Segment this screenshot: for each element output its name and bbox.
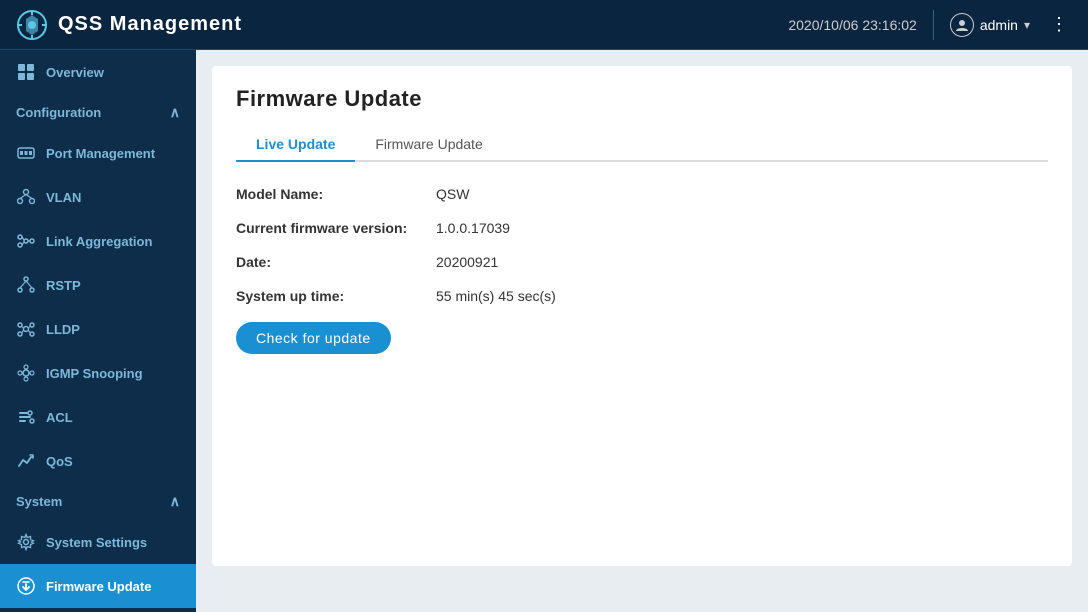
username-label: admin	[980, 17, 1018, 33]
sidebar-section-configuration: Configuration ∧	[0, 94, 196, 131]
vlan-label: VLAN	[46, 190, 81, 205]
header-divider	[933, 10, 934, 40]
tab-live-update-label: Live Update	[256, 136, 335, 152]
qos-label: QoS	[46, 454, 73, 469]
system-uptime-value: 55 min(s) 45 sec(s)	[436, 288, 556, 304]
overview-label: Overview	[46, 65, 104, 80]
sidebar-item-link-aggregation[interactable]: Link Aggregation	[0, 219, 196, 263]
tabs-container: Live Update Firmware Update	[236, 128, 1048, 162]
model-name-label: Model Name:	[236, 186, 436, 202]
link-aggregation-label: Link Aggregation	[46, 234, 152, 249]
header: QSS Management 2020/10/06 23:16:02 admin…	[0, 0, 1088, 50]
user-menu[interactable]: admin ▾	[950, 13, 1030, 37]
sidebar-collapse-button[interactable]: «	[0, 608, 196, 612]
link-aggregation-icon	[16, 231, 36, 251]
port-management-icon	[16, 143, 36, 163]
acl-label: ACL	[46, 410, 73, 425]
date-label: Date:	[236, 254, 436, 270]
page-title: Firmware Update	[236, 86, 1048, 112]
sidebar-item-igmp-snooping[interactable]: IGMP Snooping	[0, 351, 196, 395]
sidebar-item-qos[interactable]: QoS	[0, 439, 196, 483]
sidebar-item-firmware-update[interactable]: Firmware Update	[0, 564, 196, 608]
main-layout: Overview Configuration ∧ Port Management…	[0, 50, 1088, 612]
tab-firmware-update[interactable]: Firmware Update	[355, 128, 502, 162]
igmp-snooping-label: IGMP Snooping	[46, 366, 143, 381]
igmp-snooping-icon	[16, 363, 36, 383]
configuration-label: Configuration	[16, 105, 101, 120]
tab-firmware-update-label: Firmware Update	[375, 136, 482, 152]
acl-icon	[16, 407, 36, 427]
app-title: QSS Management	[58, 13, 242, 36]
rstp-label: RSTP	[46, 278, 81, 293]
sidebar-section-system: System ∧	[0, 483, 196, 520]
sidebar-item-vlan[interactable]: VLAN	[0, 175, 196, 219]
tab-live-update[interactable]: Live Update	[236, 128, 355, 162]
system-chevron-icon: ∧	[170, 493, 180, 510]
user-avatar-icon	[950, 13, 974, 37]
date-value: 20200921	[436, 254, 498, 270]
user-chevron-icon: ▾	[1024, 18, 1030, 32]
sidebar-item-lldp[interactable]: LLDP	[0, 307, 196, 351]
model-name-row: Model Name: QSW	[236, 186, 1048, 202]
logo-icon	[16, 9, 48, 41]
check-for-update-button[interactable]: Check for update	[236, 322, 391, 354]
sidebar-item-rstp[interactable]: RSTP	[0, 263, 196, 307]
sidebar-item-port-management[interactable]: Port Management	[0, 131, 196, 175]
sidebar: Overview Configuration ∧ Port Management…	[0, 50, 196, 612]
model-name-value: QSW	[436, 186, 469, 202]
sidebar-item-overview[interactable]: Overview	[0, 50, 196, 94]
more-menu-icon[interactable]: ⋮	[1046, 10, 1072, 39]
header-logo: QSS Management	[16, 9, 788, 41]
lldp-label: LLDP	[46, 322, 80, 337]
system-settings-label: System Settings	[46, 535, 147, 550]
firmware-version-label: Current firmware version:	[236, 220, 436, 236]
system-uptime-label: System up time:	[236, 288, 436, 304]
sidebar-item-system-settings[interactable]: System Settings	[0, 520, 196, 564]
datetime-display: 2020/10/06 23:16:02	[788, 17, 916, 33]
rstp-icon	[16, 275, 36, 295]
date-row: Date: 20200921	[236, 254, 1048, 270]
overview-icon	[16, 62, 36, 82]
lldp-icon	[16, 319, 36, 339]
system-label: System	[16, 494, 62, 509]
firmware-version-row: Current firmware version: 1.0.0.17039	[236, 220, 1048, 236]
system-uptime-row: System up time: 55 min(s) 45 sec(s)	[236, 288, 1048, 304]
content-area: Firmware Update Live Update Firmware Upd…	[196, 50, 1088, 612]
port-management-label: Port Management	[46, 146, 155, 161]
qos-icon	[16, 451, 36, 471]
system-settings-icon	[16, 532, 36, 552]
firmware-update-sidebar-icon	[16, 576, 36, 596]
content-panel: Firmware Update Live Update Firmware Upd…	[212, 66, 1072, 566]
sidebar-item-acl[interactable]: ACL	[0, 395, 196, 439]
firmware-version-value: 1.0.0.17039	[436, 220, 510, 236]
configuration-chevron-icon: ∧	[170, 104, 180, 121]
vlan-icon	[16, 187, 36, 207]
firmware-update-sidebar-label: Firmware Update	[46, 579, 151, 594]
header-right: 2020/10/06 23:16:02 admin ▾ ⋮	[788, 10, 1072, 40]
